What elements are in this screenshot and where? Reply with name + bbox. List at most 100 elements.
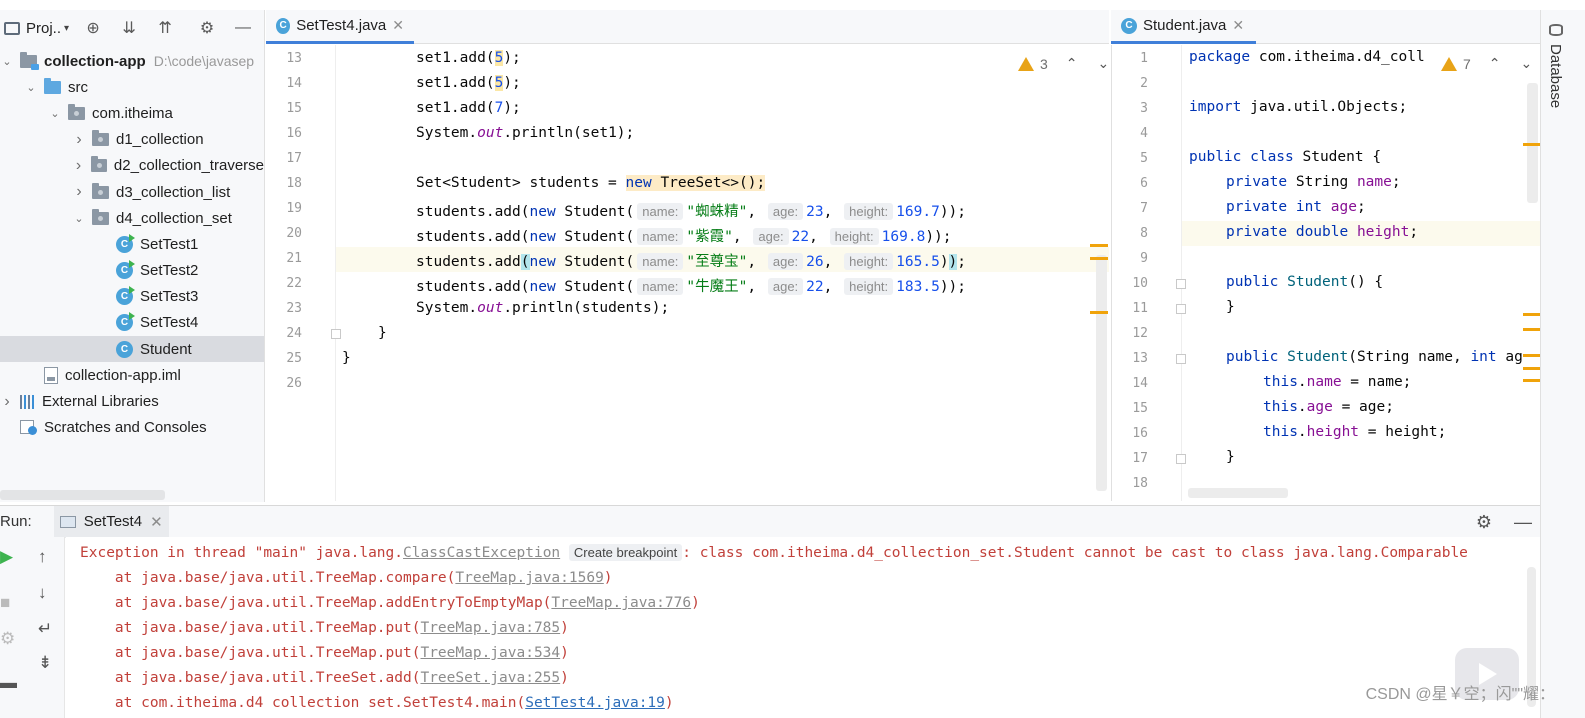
chevron-down-icon[interactable]: ⌄	[1521, 55, 1533, 72]
fold-marker[interactable]	[1176, 354, 1186, 364]
warning-stripe[interactable]	[1523, 313, 1540, 316]
hide-panel-icon[interactable]: —	[233, 18, 253, 38]
source-link[interactable]: TreeMap.java:785	[420, 620, 560, 636]
fold-marker[interactable]	[331, 329, 341, 339]
runnable-class-icon: C	[116, 286, 135, 306]
line-number: 8	[1140, 226, 1148, 241]
source-link[interactable]: TreeSet.java:255	[420, 670, 560, 686]
rerun-icon[interactable]: ▶	[0, 547, 13, 567]
tree-item-label: collection-app.iml	[65, 366, 181, 384]
line-number: 5	[1140, 151, 1148, 166]
warning-stripe[interactable]	[1090, 257, 1108, 260]
collapse-all-icon[interactable]: ⇈	[155, 18, 175, 38]
warning-stripe[interactable]	[1523, 354, 1540, 357]
chevron-right-icon[interactable]: ›	[72, 183, 86, 201]
chevron-right-icon[interactable]: ›	[72, 131, 86, 149]
source-link[interactable]: SetTest4.java:19	[525, 695, 665, 711]
tree-item-settest2[interactable]: C SetTest2	[0, 258, 264, 284]
close-icon[interactable]: ✕	[1232, 17, 1244, 34]
tree-item-d4-collection-set[interactable]: ⌄ d4_collection_set	[0, 205, 264, 231]
vertical-scrollbar[interactable]	[1096, 255, 1107, 491]
chevron-down-icon[interactable]: ⌄	[24, 81, 38, 94]
scroll-to-end-icon[interactable]: ⇟	[38, 653, 52, 673]
editor-tabbar-left: C SetTest4.java ✕	[266, 10, 1109, 44]
warning-stripe[interactable]	[1090, 311, 1108, 314]
code-line-18: Set<Student> students = new TreeSet<>();	[416, 175, 766, 191]
console-output[interactable]: Exception in thread "main" java.lang.Cla…	[66, 537, 1540, 718]
close-icon[interactable]: ✕	[150, 513, 163, 531]
chevron-down-icon[interactable]: ⌄	[48, 107, 62, 120]
class-icon: C	[116, 340, 133, 358]
expand-all-icon[interactable]: ⇊	[119, 18, 139, 38]
tree-item-collection-app[interactable]: ⌄ collection-app D:\code\javasep	[0, 48, 264, 74]
database-icon[interactable]	[1549, 24, 1563, 36]
tree-item-settest3[interactable]: C SetTest3	[0, 284, 264, 310]
create-breakpoint-button[interactable]: Create breakpoint	[568, 544, 683, 561]
tree-item-src[interactable]: ⌄ src	[0, 74, 264, 100]
debug-gear-icon[interactable]: ⚙	[0, 629, 15, 649]
chevron-right-icon[interactable]: ›	[72, 157, 85, 175]
horizontal-scrollbar[interactable]	[0, 490, 165, 500]
tree-item-collection-app-iml[interactable]: collection-app.iml	[0, 362, 264, 388]
tree-item-external-libraries[interactable]: › External Libraries	[0, 388, 264, 414]
line-number: 14	[286, 76, 302, 91]
warning-stripe[interactable]	[1523, 367, 1540, 370]
tab-settest4[interactable]: C SetTest4.java ✕	[266, 10, 414, 44]
horizontal-scrollbar[interactable]	[1188, 488, 1288, 498]
tree-item-settest4[interactable]: C SetTest4	[0, 310, 264, 336]
chevron-right-icon[interactable]: ›	[0, 393, 14, 411]
line-number: 25	[286, 351, 302, 366]
warning-stripe[interactable]	[1090, 244, 1108, 247]
chevron-down-icon[interactable]: ⌄	[1098, 55, 1109, 72]
chevron-down-icon[interactable]: ⌄	[0, 55, 14, 68]
code-editor-student[interactable]: 1 2 3 4 5 6 7 8 9 10 11 12 13 14 15 16 17 18 package com.…	[1111, 45, 1540, 501]
line-number: 12	[1132, 326, 1148, 341]
tree-item-d1-collection[interactable]: › d1_collection	[0, 127, 264, 153]
arrow-up-icon[interactable]: ↑	[38, 547, 47, 567]
inspection-widget[interactable]: 7 ⌃ ⌄	[1437, 55, 1533, 72]
arrow-down-icon[interactable]: ↓	[38, 583, 47, 603]
database-tool-button[interactable]: Database	[1547, 44, 1564, 108]
soft-wrap-icon[interactable]: ↵	[38, 619, 52, 639]
fold-marker[interactable]	[1176, 279, 1186, 289]
locate-file-icon[interactable]: ⊕	[83, 18, 103, 38]
gear-icon[interactable]: ⚙	[197, 18, 217, 38]
tree-item-d3-collection-list[interactable]: › d3_collection_list	[0, 179, 264, 205]
project-view-title[interactable]: Proj..	[26, 20, 61, 37]
chevron-up-icon[interactable]: ⌃	[1489, 55, 1501, 72]
tree-item-com-itheima[interactable]: ⌄ com.itheima	[0, 100, 264, 126]
hide-panel-icon[interactable]: —	[1514, 512, 1532, 533]
fold-marker[interactable]	[1176, 454, 1186, 464]
warning-stripe[interactable]	[1523, 379, 1540, 382]
code-line-16: System.out.println(set1);	[416, 125, 635, 141]
layout-icon[interactable]: ▬	[0, 673, 17, 693]
inspection-widget[interactable]: 3 ⌃ ⌄	[1018, 55, 1109, 72]
tree-item-label: SetTest1	[140, 235, 199, 253]
fold-marker[interactable]	[1176, 304, 1186, 314]
code-editor-settest4[interactable]: 13 14 15 16 17 18 19 20 21 22 23 24 25 26 set1.add(5)…	[266, 45, 1109, 501]
tree-item-scratches-and-consoles[interactable]: Scratches and Consoles	[0, 415, 264, 441]
exception-class-link[interactable]: ClassCastException	[403, 545, 560, 561]
warning-stripe[interactable]	[1523, 328, 1540, 331]
warning-stripe[interactable]	[1523, 143, 1540, 146]
tree-item-settest1[interactable]: C SetTest1	[0, 231, 264, 257]
tree-item-student[interactable]: C Student	[0, 336, 264, 363]
package-icon	[92, 130, 109, 147]
chevron-down-icon[interactable]: ▾	[64, 23, 69, 34]
source-link[interactable]: TreeMap.java:776	[551, 595, 691, 611]
line-number: 16	[1132, 426, 1148, 441]
tab-student[interactable]: C Student.java ✕	[1111, 10, 1256, 44]
line-number: 1	[1140, 51, 1148, 66]
gear-icon[interactable]: ⚙	[1476, 512, 1492, 533]
stop-icon[interactable]: ■	[0, 593, 10, 613]
tree-item-d2-collection-traverse[interactable]: › d2_collection_traverse	[0, 153, 264, 179]
source-link[interactable]: TreeMap.java:534	[420, 645, 560, 661]
code-line-17: }	[1226, 449, 1235, 465]
chevron-down-icon[interactable]: ⌄	[72, 212, 86, 225]
close-icon[interactable]: ✕	[392, 17, 404, 34]
source-link[interactable]: TreeMap.java:1569	[455, 570, 603, 586]
line-number: 14	[1132, 376, 1148, 391]
run-panel-tools: ⚙ —	[1476, 506, 1532, 538]
chevron-up-icon[interactable]: ⌃	[1066, 55, 1078, 72]
run-tab-settest4[interactable]: SetTest4 ✕	[53, 505, 169, 538]
